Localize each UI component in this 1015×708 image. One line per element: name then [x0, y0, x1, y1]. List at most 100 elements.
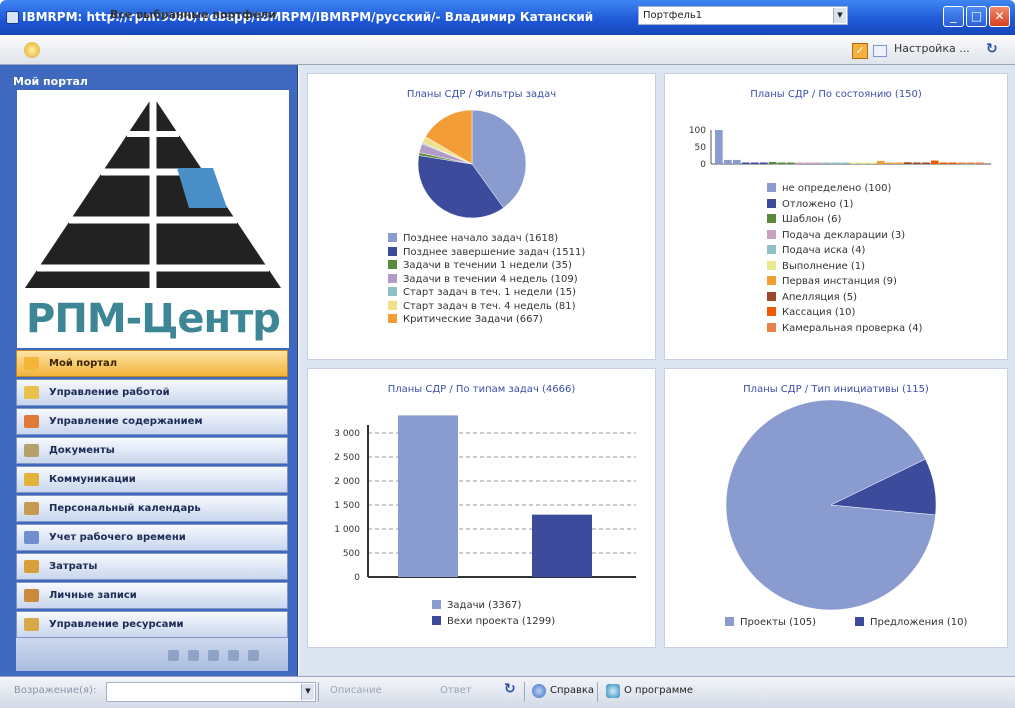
- info-icon[interactable]: [606, 684, 620, 698]
- sidebar-tool-icon[interactable]: [248, 650, 259, 661]
- close-button[interactable]: ✕: [989, 6, 1010, 27]
- bar: [769, 161, 777, 164]
- legend-item: Вехи проекта (1299): [432, 614, 555, 630]
- objections-label: Возражение(я):: [14, 685, 97, 696]
- legend-label: Позднее начало задач (1618): [403, 233, 559, 244]
- sidebar-item[interactable]: Управление содержанием: [16, 408, 288, 435]
- sidebar-item-label: Персональный календарь: [49, 503, 201, 514]
- legend-swatch: [432, 600, 441, 609]
- legend-item: Предложения (10): [855, 615, 967, 631]
- bar: [814, 162, 822, 164]
- sidebar-item[interactable]: Учет рабочего времени: [16, 524, 288, 551]
- sidebar-item-icon: [24, 473, 39, 486]
- panel-task-filters: Планы СДР / Фильтры задач Позднее начало…: [307, 73, 656, 360]
- objections-select[interactable]: ▼: [106, 682, 316, 702]
- legend-label: Подача иска (4): [782, 245, 866, 256]
- minimize-button[interactable]: _: [943, 6, 964, 27]
- legend-swatch: [767, 260, 776, 270]
- panel-title: Планы СДР / По типам задач (4666): [387, 384, 576, 395]
- about-button[interactable]: О программе: [624, 685, 693, 696]
- logo-text: РПМ-Центр: [26, 296, 281, 342]
- panel-title: Планы СДР / Тип инициативы (115): [743, 384, 929, 395]
- chevron-down-icon[interactable]: ▼: [833, 8, 846, 23]
- sidebar-item[interactable]: Управление работой: [16, 379, 288, 406]
- app-icon: [6, 11, 19, 24]
- sidebar-item[interactable]: Мой портал: [16, 350, 288, 377]
- answer-button[interactable]: Ответ: [440, 685, 472, 696]
- sidebar-header: Мой портал: [13, 75, 88, 88]
- panel-title: Планы СДР / По состоянию (150): [750, 89, 922, 100]
- legend-label: Шаблон (6): [782, 214, 842, 225]
- refresh-icon[interactable]: ↻: [986, 41, 998, 57]
- legend-label: Апелляция (5): [782, 291, 857, 303]
- legend-item: Задачи (3367): [432, 598, 521, 614]
- bar: [733, 159, 741, 164]
- legend-swatch: [388, 314, 397, 323]
- y-tick-label: 0: [700, 160, 706, 170]
- bar: [904, 162, 912, 164]
- sidebar-item-icon: [24, 618, 39, 631]
- portfolio-select-value: Портфель1: [643, 10, 703, 21]
- legend-label: Задачи в течении 1 недели (35): [403, 260, 572, 271]
- legend-label: не определено (100): [782, 183, 892, 194]
- checkbox-icon[interactable]: ✓: [852, 43, 868, 59]
- chevron-down-icon[interactable]: ▼: [301, 684, 314, 700]
- maximize-button[interactable]: □: [966, 6, 987, 27]
- describe-button[interactable]: Описание: [330, 685, 382, 696]
- refresh-icon[interactable]: ↻: [504, 681, 516, 697]
- legend-label: Проекты (105): [740, 617, 816, 628]
- legend-swatch: [388, 246, 397, 256]
- sidebar-item-label: Затраты: [49, 561, 98, 572]
- bar: [823, 162, 831, 164]
- sidebar-item[interactable]: Затраты: [16, 553, 288, 580]
- sidebar-item[interactable]: Документы: [16, 437, 288, 464]
- bar: [751, 162, 759, 164]
- bar-chart-types: 3 000 2 500 2 000 1 500 1 000 500 0: [334, 415, 636, 583]
- help-icon[interactable]: [532, 684, 546, 698]
- separator: [524, 682, 525, 702]
- legend-swatch: [767, 276, 776, 285]
- sidebar-item[interactable]: Личные записи: [16, 582, 288, 609]
- settings-link[interactable]: Настройка ...: [894, 42, 970, 55]
- legend-item: Выполнение (1): [767, 259, 865, 275]
- legend-label: Предложения (10): [870, 617, 968, 628]
- sidebar-tool-icon[interactable]: [228, 650, 239, 661]
- logo: РПМ-Центр: [17, 90, 289, 348]
- legend-item: Подача иска (4): [767, 243, 865, 259]
- sidebar-item-label: Документы: [49, 445, 115, 456]
- sidebar-tool-icon[interactable]: [208, 650, 219, 661]
- sidebar-item-label: Коммуникации: [49, 474, 136, 485]
- legend-swatch: [725, 617, 734, 626]
- bar: [895, 162, 903, 164]
- y-tick-label: 0: [354, 573, 360, 583]
- sidebar-tool-icon[interactable]: [188, 650, 199, 661]
- separator: [597, 682, 598, 702]
- legend-label: Подача декларации (3): [782, 229, 906, 241]
- legend-label: Позднее завершение задач (1511): [403, 246, 586, 258]
- sidebar-item-label: Учет рабочего времени: [49, 532, 186, 543]
- legend-label: Старт задач в теч. 4 недель (81): [403, 300, 576, 312]
- sidebar-item[interactable]: Персональный календарь: [16, 495, 288, 522]
- home-icon[interactable]: [24, 42, 40, 58]
- portfolio-scope-label: Все выбранные портфели: [110, 8, 277, 21]
- sidebar-item-label: Мой портал: [49, 358, 118, 369]
- bar: [841, 162, 849, 164]
- sidebar-item-label: Управление содержанием: [49, 416, 203, 427]
- bar: [922, 162, 930, 164]
- sidebar-item-icon: [24, 589, 39, 602]
- legend-label: Кассация (10): [782, 307, 856, 318]
- legend-label: Старт задач в теч. 1 недели (15): [403, 287, 577, 298]
- sidebar-tool-icon[interactable]: [168, 650, 179, 661]
- options-icon[interactable]: [873, 45, 887, 57]
- pie-chart-filters: [417, 109, 527, 219]
- panel-initiative-type: Планы СДР / Тип инициативы (115) Проекты…: [664, 368, 1008, 648]
- bar: [760, 162, 768, 164]
- bar: [398, 415, 458, 577]
- y-tick-label: 1 000: [334, 525, 360, 535]
- sidebar-item[interactable]: Коммуникации: [16, 466, 288, 493]
- legend-label: Задачи (3367): [447, 600, 522, 611]
- portfolio-select[interactable]: Портфель1 ▼: [638, 6, 848, 25]
- sidebar-item[interactable]: Управление ресурсами: [16, 611, 288, 638]
- legend-item: Критические Задачи (667): [388, 312, 543, 328]
- help-button[interactable]: Справка: [550, 685, 594, 696]
